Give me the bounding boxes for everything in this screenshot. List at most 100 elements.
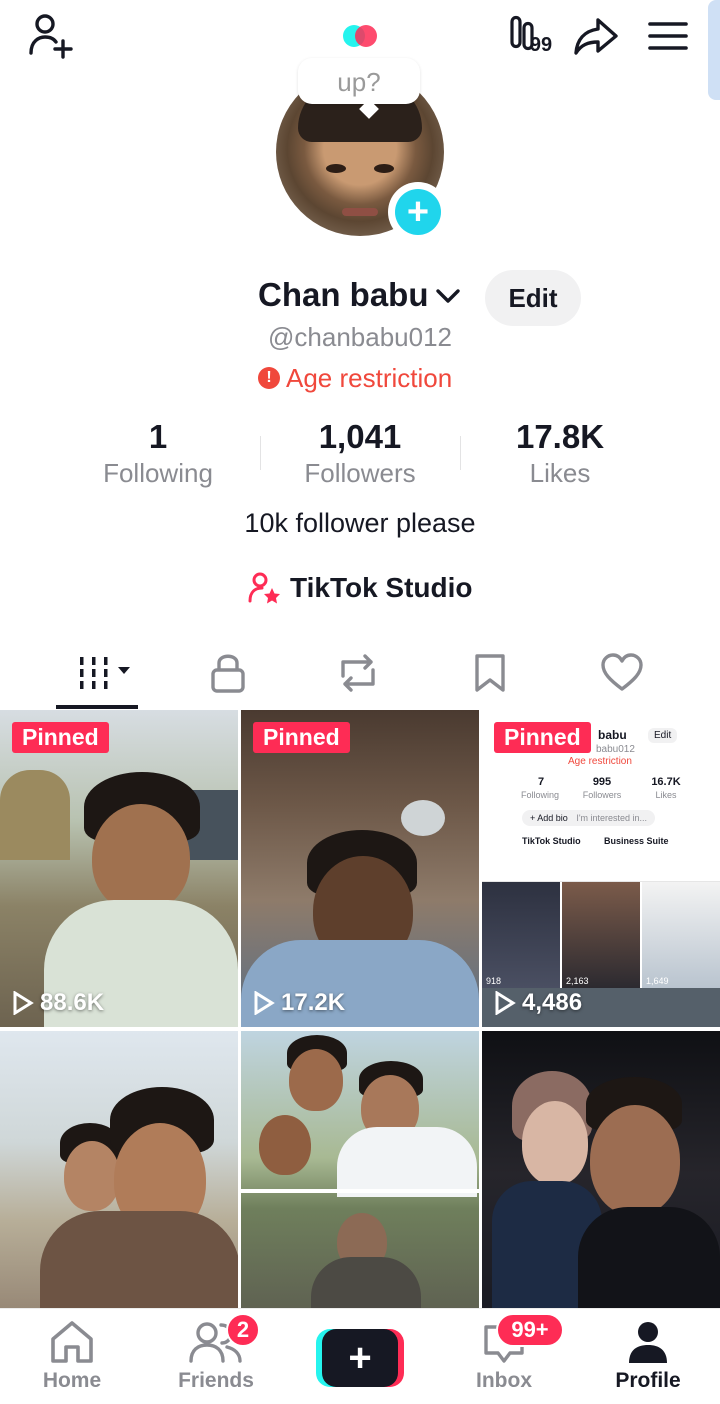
- thumb-add-bio-label: + Add bio: [530, 813, 568, 823]
- video-thumbnail[interactable]: [241, 1031, 479, 1348]
- stat-value: 1,041: [318, 418, 402, 455]
- avatar-mouth: [342, 208, 378, 216]
- thumb-studio: TikTok Studio: [522, 836, 581, 846]
- pinned-badge: Pinned: [494, 722, 591, 753]
- age-restriction-label: Age restriction: [286, 362, 453, 393]
- grid-columns-icon: [80, 657, 130, 689]
- share-button[interactable]: [568, 8, 624, 64]
- stat-label: Likes: [529, 458, 591, 488]
- alert-icon: !: [258, 367, 280, 389]
- nav-home-label: Home: [42, 1369, 102, 1392]
- status-bubble[interactable]: up?: [298, 58, 420, 104]
- tiktok-studio-link[interactable]: TikTok Studio: [248, 568, 473, 608]
- bottom-nav: Home Friends 2 + Inbox 99+ Profile: [0, 1308, 720, 1404]
- nav-profile[interactable]: Profile: [588, 1319, 708, 1399]
- avatar-eye: [326, 164, 346, 173]
- repost-icon: [341, 654, 375, 692]
- thumb-stat-label: Followers: [582, 790, 622, 800]
- thumb-stat-label: Likes: [655, 790, 677, 800]
- friends-notification-badge: 2: [226, 1313, 260, 1347]
- stat-likes[interactable]: 17.8K Likes: [460, 418, 660, 489]
- video-thumbnail[interactable]: [0, 1031, 238, 1348]
- tab-saved[interactable]: [420, 640, 560, 706]
- nav-friends-label: Friends: [178, 1369, 254, 1392]
- age-restriction-notice[interactable]: ! Age restriction: [258, 360, 452, 396]
- thumbnail-person: [590, 1105, 680, 1215]
- side-drawer-handle[interactable]: [708, 0, 720, 100]
- thumb-mini-video: 918: [482, 882, 560, 988]
- tab-videos[interactable]: [36, 640, 176, 706]
- nav-inbox-label: Inbox: [476, 1369, 532, 1392]
- stat-followers[interactable]: 1,041 Followers: [260, 418, 460, 489]
- person-plus-icon: [29, 14, 73, 59]
- creator-star-icon: [248, 572, 280, 604]
- content-tabs: [0, 640, 720, 710]
- menu-button[interactable]: [640, 8, 696, 64]
- video-thumbnail[interactable]: [482, 1031, 720, 1348]
- inbox-notification-badge: 99+: [496, 1313, 564, 1347]
- thumbnail-person: [259, 1115, 311, 1175]
- tab-private[interactable]: [158, 640, 298, 706]
- view-count: 88.6K: [12, 989, 104, 1017]
- stat-value: 17.8K: [515, 418, 605, 455]
- add-friend-button[interactable]: [22, 8, 78, 64]
- thumbnail-split: [241, 1189, 479, 1193]
- view-count: 17.2K: [253, 989, 345, 1017]
- view-count-label: 4,486: [522, 989, 583, 1016]
- thumbnail-scene: [0, 770, 70, 860]
- thumb-stat-value: 16.7K: [651, 776, 681, 788]
- edit-profile-button[interactable]: Edit: [485, 270, 581, 326]
- thumb-name: babu: [598, 728, 627, 742]
- thumb-stat-label: Following: [520, 790, 560, 800]
- home-icon: [51, 1321, 93, 1363]
- view-count-label: 88.6K: [40, 989, 105, 1016]
- plus-icon: +: [322, 1329, 398, 1387]
- play-outline-icon: [495, 991, 516, 1015]
- video-thumbnail[interactable]: Pinned 17.2K: [241, 710, 479, 1027]
- nav-inbox[interactable]: Inbox 99+: [444, 1313, 564, 1399]
- thumb-stat-value: 7: [537, 776, 545, 788]
- video-grid: Pinned 88.6K Pinned 17.2K babu Edit babu…: [0, 710, 720, 1348]
- pinned-badge: Pinned: [253, 722, 350, 753]
- lock-icon: [211, 654, 245, 693]
- create-button[interactable]: +: [316, 1329, 404, 1387]
- thumb-interested: I'm interested in...: [576, 813, 648, 823]
- username: @chanbabu012: [268, 322, 452, 352]
- tiktok-dots-icon: [332, 8, 388, 64]
- bio-text[interactable]: 10k follower please: [0, 508, 720, 539]
- heart-icon: [601, 653, 643, 691]
- play-outline-icon: [254, 991, 275, 1015]
- thumbnail-scene: [401, 800, 445, 836]
- tab-reposts[interactable]: [288, 640, 428, 706]
- video-thumbnail[interactable]: Pinned 88.6K: [0, 710, 238, 1027]
- display-name[interactable]: Chan babu: [258, 276, 429, 314]
- name-row: Chan babu Edit: [0, 270, 720, 326]
- chevron-down-icon[interactable]: [434, 286, 462, 306]
- nav-home[interactable]: Home: [12, 1319, 132, 1399]
- add-story-button[interactable]: +: [388, 182, 448, 242]
- thumbnail-person: [92, 804, 190, 912]
- status-bubble-text: up?: [337, 67, 381, 97]
- avatar-eye: [374, 164, 394, 173]
- thumbnail-person: [289, 1049, 343, 1111]
- tiktok-studio-label: TikTok Studio: [290, 572, 473, 603]
- thumb-business: Business Suite: [604, 836, 669, 846]
- thumb-age: Age restriction: [568, 756, 632, 767]
- stat-following[interactable]: 1 Following: [58, 418, 258, 489]
- view-count-label: 17.2K: [281, 989, 346, 1016]
- stat-value: 1: [148, 418, 168, 455]
- hamburger-menu-icon: [648, 22, 688, 50]
- stat-label: Following: [103, 458, 213, 488]
- bookmark-icon: [475, 654, 505, 692]
- thumb-mini-views: 918: [486, 976, 502, 986]
- share-arrow-icon: [574, 18, 618, 55]
- video-thumbnail[interactable]: babu Edit babu012 Age restriction 7 Foll…: [482, 710, 720, 1027]
- thumbnail-person: [337, 1127, 477, 1197]
- pinned-badge: Pinned: [12, 722, 109, 753]
- tab-liked[interactable]: [552, 640, 692, 706]
- profile-views-button[interactable]: 99: [498, 8, 560, 64]
- stat-label: Followers: [304, 458, 416, 488]
- thumb-tabs: [482, 856, 720, 882]
- nav-friends[interactable]: Friends 2: [156, 1313, 276, 1399]
- footprint-badge: 99: [529, 33, 553, 56]
